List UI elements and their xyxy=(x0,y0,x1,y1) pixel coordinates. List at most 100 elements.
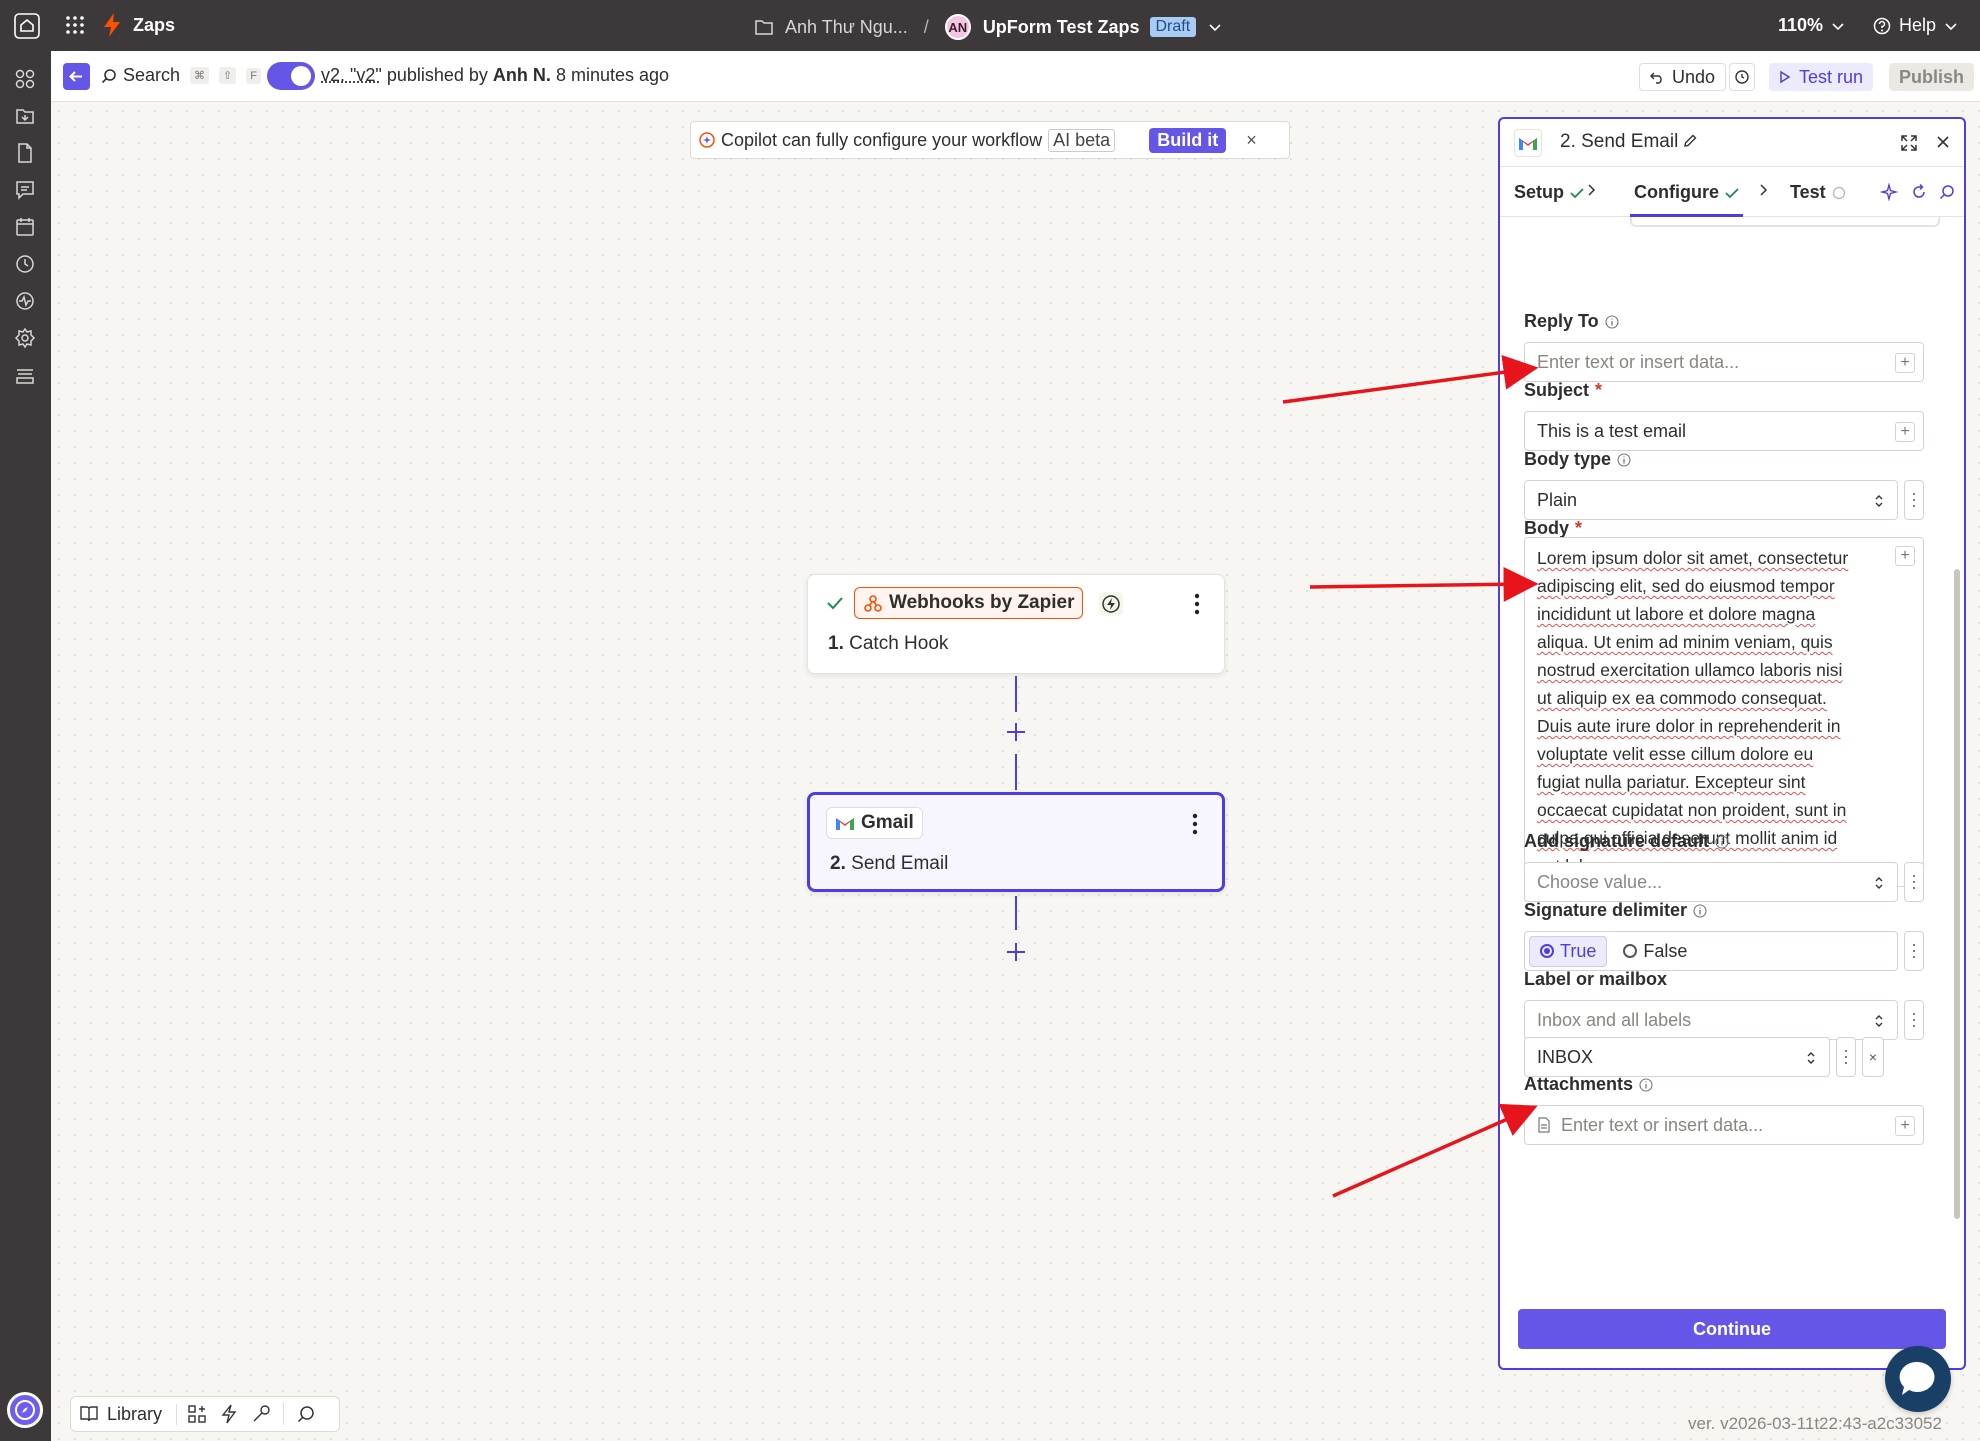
radio-true[interactable]: True xyxy=(1529,935,1608,967)
version-label[interactable]: v2. "v2" xyxy=(321,65,382,85)
folder-name[interactable]: Anh Thư Ngu... xyxy=(785,17,908,38)
file-icon xyxy=(1538,1117,1550,1133)
remove-value-button[interactable]: × xyxy=(1862,1037,1884,1077)
body-line: nostrud exercitation ullamco laboris nis… xyxy=(1537,660,1843,680)
left-rail xyxy=(0,51,51,1441)
copilot-assistant-button[interactable] xyxy=(7,1392,43,1428)
version-history-button[interactable] xyxy=(1729,63,1755,91)
signature-select[interactable]: Choose value... xyxy=(1524,862,1898,902)
field-label-attachments: Attachments xyxy=(1524,1074,1653,1095)
help-label: Help xyxy=(1899,15,1937,35)
library-button[interactable]: Library xyxy=(79,1403,178,1425)
settings-icon[interactable] xyxy=(14,327,36,349)
close-icon[interactable] xyxy=(1934,133,1952,151)
publish-button[interactable]: Publish xyxy=(1889,63,1975,91)
body-line: Duis aute irure dolor in reprehenderit i… xyxy=(1537,716,1841,736)
undo-button[interactable]: Undo xyxy=(1639,63,1727,91)
info-icon[interactable] xyxy=(1617,452,1631,467)
document-icon[interactable] xyxy=(14,142,36,164)
search-icon[interactable] xyxy=(1938,183,1956,201)
chevron-down-icon[interactable] xyxy=(1208,20,1222,34)
panel-title[interactable]: 2. Send Email xyxy=(1560,131,1678,153)
info-icon[interactable] xyxy=(1715,834,1729,849)
app-tag-gmail: Gmail xyxy=(826,807,923,839)
status-badge: Draft xyxy=(1149,17,1197,37)
insert-data-button[interactable]: + xyxy=(1895,422,1915,442)
continue-button[interactable]: Continue xyxy=(1518,1309,1946,1349)
test-run-button[interactable]: Test run xyxy=(1769,63,1874,91)
radio-false[interactable]: False xyxy=(1623,941,1687,962)
published-by-text: published by xyxy=(386,65,488,85)
history-icon[interactable] xyxy=(14,253,36,275)
version-info: v2. "v2" published by Anh N. 8 minutes a… xyxy=(321,65,669,86)
home-icon[interactable] xyxy=(14,13,40,39)
field-options-button[interactable] xyxy=(1904,480,1924,520)
placeholder: Choose value... xyxy=(1537,871,1663,892)
mailbox-select[interactable]: Inbox and all labels xyxy=(1524,1000,1898,1040)
zap-bolt-icon[interactable] xyxy=(219,1404,239,1424)
field-options-button[interactable] xyxy=(1836,1037,1856,1077)
expand-icon[interactable] xyxy=(1900,134,1918,152)
add-step-icon[interactable] xyxy=(1004,940,1028,964)
ai-sparkle-icon[interactable] xyxy=(1880,183,1898,201)
tab-setup[interactable]: Setup xyxy=(1514,182,1584,203)
help-button[interactable]: Help xyxy=(1873,15,1958,36)
activity-icon[interactable] xyxy=(14,290,36,312)
back-button[interactable] xyxy=(63,63,90,90)
panel-scrollbar[interactable] xyxy=(1954,569,1960,1219)
insert-data-button[interactable]: + xyxy=(1895,546,1915,566)
chat-icon[interactable] xyxy=(14,179,36,201)
info-icon[interactable] xyxy=(1693,903,1707,918)
attachments-input[interactable]: Enter text or insert data... + xyxy=(1524,1105,1924,1145)
support-chat-button[interactable] xyxy=(1885,1346,1951,1412)
publish-toggle[interactable] xyxy=(267,62,315,90)
build-it-button[interactable]: Build it xyxy=(1149,127,1227,153)
shortcut-key: ⌘ xyxy=(190,67,210,84)
search-icon xyxy=(101,68,116,83)
body-line: Lorem ipsum dolor sit amet, consectetur xyxy=(1537,548,1849,568)
chevron-down-icon xyxy=(1945,22,1957,30)
add-step-icon[interactable] xyxy=(1004,720,1028,744)
insert-data-button[interactable]: + xyxy=(1895,353,1915,373)
tab-configure[interactable]: Configure xyxy=(1630,182,1743,217)
add-app-icon[interactable] xyxy=(187,1404,207,1424)
reply-to-input[interactable]: Enter text or insert data... + xyxy=(1524,342,1924,382)
breadcrumb-separator: / xyxy=(923,16,929,37)
step-node-catch-hook[interactable]: Webhooks by Zapier 1. Catch Hook xyxy=(807,574,1225,674)
subject-input[interactable]: This is a test email + xyxy=(1524,411,1924,451)
apps-grid-icon[interactable] xyxy=(64,14,86,36)
tools-icon[interactable] xyxy=(251,1404,271,1424)
search-button[interactable]: Search ⌘ ⇧ F xyxy=(101,65,261,86)
tab-test[interactable]: Test xyxy=(1790,182,1846,203)
step-node-send-email[interactable]: Gmail 2. Send Email xyxy=(807,792,1225,892)
zap-name[interactable]: UpForm Test Zaps xyxy=(983,17,1140,38)
close-banner-button[interactable]: × xyxy=(1246,130,1257,151)
calendar-icon[interactable] xyxy=(14,216,36,238)
field-options-button[interactable] xyxy=(1904,1000,1924,1040)
app-name[interactable]: Zaps xyxy=(133,15,175,36)
body-line: incididunt ut labore et dolore magna xyxy=(1537,604,1816,624)
check-icon xyxy=(1725,187,1739,198)
zoom-control[interactable]: 110% xyxy=(1778,15,1845,36)
check-icon xyxy=(1570,187,1584,198)
panel-header: 2. Send Email xyxy=(1500,119,1964,167)
pencil-icon[interactable] xyxy=(1682,133,1698,149)
mailbox-value-select[interactable]: INBOX xyxy=(1524,1037,1830,1077)
field-options-button[interactable] xyxy=(1904,862,1924,902)
archive-icon[interactable] xyxy=(14,364,36,386)
info-icon[interactable] xyxy=(1639,1077,1653,1092)
history-icon xyxy=(1735,70,1749,84)
import-icon[interactable] xyxy=(14,105,36,127)
body-type-select[interactable]: Plain xyxy=(1524,480,1898,520)
connector-line xyxy=(1015,754,1017,790)
more-options-icon[interactable] xyxy=(1192,813,1198,835)
field-options-button[interactable] xyxy=(1904,931,1924,971)
refresh-icon[interactable] xyxy=(1910,183,1928,201)
search-icon[interactable] xyxy=(296,1404,316,1424)
more-options-icon[interactable] xyxy=(1194,593,1200,615)
select-value: INBOX xyxy=(1537,1046,1594,1067)
insert-data-button[interactable]: + xyxy=(1895,1116,1915,1136)
info-icon[interactable] xyxy=(1605,314,1619,329)
apps-icon[interactable] xyxy=(14,68,36,90)
input-value: This is a test email xyxy=(1537,420,1687,441)
